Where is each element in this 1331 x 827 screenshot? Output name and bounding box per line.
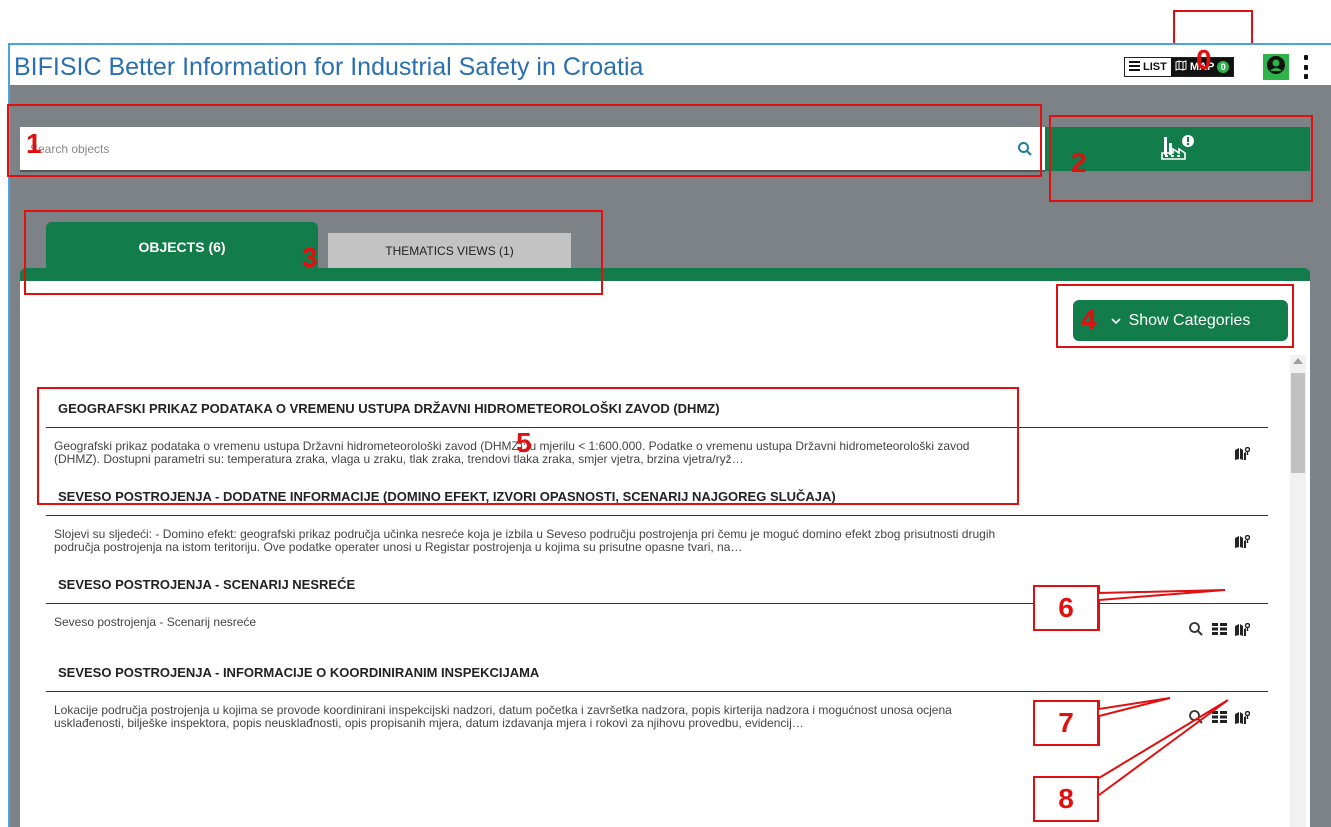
annotation-label-4: 4: [1081, 304, 1097, 335]
show-categories-label: Show Categories: [1128, 311, 1251, 329]
list-item: SEVESO POSTROJENJA - DODATNE INFORMACIJE…: [46, 478, 1268, 566]
view-toggle: LIST MAP 0: [1124, 57, 1235, 77]
user-avatar-button[interactable]: [1263, 54, 1289, 80]
annotation-label-6: 6: [1033, 585, 1099, 631]
app-window: BIFISIC Better Information for Industria…: [8, 43, 1331, 827]
item-title[interactable]: GEOGRAFSKI PRIKAZ PODATAKA O VREMENU UST…: [46, 390, 1268, 428]
annotation-label-1: 1: [26, 128, 42, 159]
show-categories-button[interactable]: Show Categories: [1073, 300, 1288, 341]
annotation-label-3: 3: [302, 242, 318, 273]
search-icon[interactable]: [1015, 139, 1035, 159]
map-layer-icon[interactable]: [1235, 710, 1250, 724]
table-icon[interactable]: [1212, 623, 1227, 635]
item-description: Slojevi su sljedeći: - Domino efekt: geo…: [54, 528, 996, 554]
map-layer-icon[interactable]: [1235, 622, 1250, 636]
search-icon[interactable]: [1188, 621, 1204, 637]
item-description: Seveso postrojenja - Scenarij nesreće: [54, 616, 257, 629]
annotation-label-2: 2: [1071, 147, 1087, 178]
search-bar: [20, 127, 1045, 172]
table-icon[interactable]: [1212, 711, 1227, 723]
map-layer-icon[interactable]: [1235, 534, 1250, 548]
item-title[interactable]: SEVESO POSTROJENJA - DODATNE INFORMACIJE…: [46, 478, 1268, 516]
list-view-label: LIST: [1143, 61, 1167, 73]
list-icon: [1129, 60, 1140, 74]
item-description: Lokacije područja postrojenja u kojima s…: [54, 704, 952, 730]
annotation-label-5: 5: [516, 427, 532, 458]
annotation-label-7: 7: [1033, 700, 1099, 746]
tab-thematics-views[interactable]: THEMATICS VIEWS (1): [328, 233, 571, 268]
map-icon: [1175, 60, 1187, 74]
list-scrollbar[interactable]: [1290, 355, 1306, 827]
search-input[interactable]: [30, 127, 990, 170]
item-title[interactable]: SEVESO POSTROJENJA - INFORMACIJE O KOORD…: [46, 654, 1268, 692]
annotation-label-0: 0: [1196, 44, 1212, 75]
map-layer-icon[interactable]: [1235, 446, 1250, 460]
app-title: BIFISIC Better Information for Industria…: [14, 53, 644, 81]
map-count-badge: 0: [1217, 61, 1230, 73]
list-view-button[interactable]: LIST: [1125, 58, 1171, 76]
list-item: GEOGRAFSKI PRIKAZ PODATAKA O VREMENU UST…: [46, 390, 1268, 478]
annotation-label-8: 8: [1033, 776, 1099, 822]
app-header: BIFISIC Better Information for Industria…: [10, 45, 1331, 85]
scrollbar-thumb[interactable]: [1291, 373, 1305, 473]
user-icon: [1266, 55, 1286, 80]
more-menu-button[interactable]: [1302, 55, 1310, 79]
tab-objects[interactable]: OBJECTS (6): [46, 222, 318, 271]
chevron-down-icon: [1111, 312, 1121, 330]
search-icon[interactable]: [1188, 709, 1204, 725]
scroll-up-arrow-icon[interactable]: [1293, 358, 1303, 364]
factory-warning-icon: [1160, 133, 1195, 166]
